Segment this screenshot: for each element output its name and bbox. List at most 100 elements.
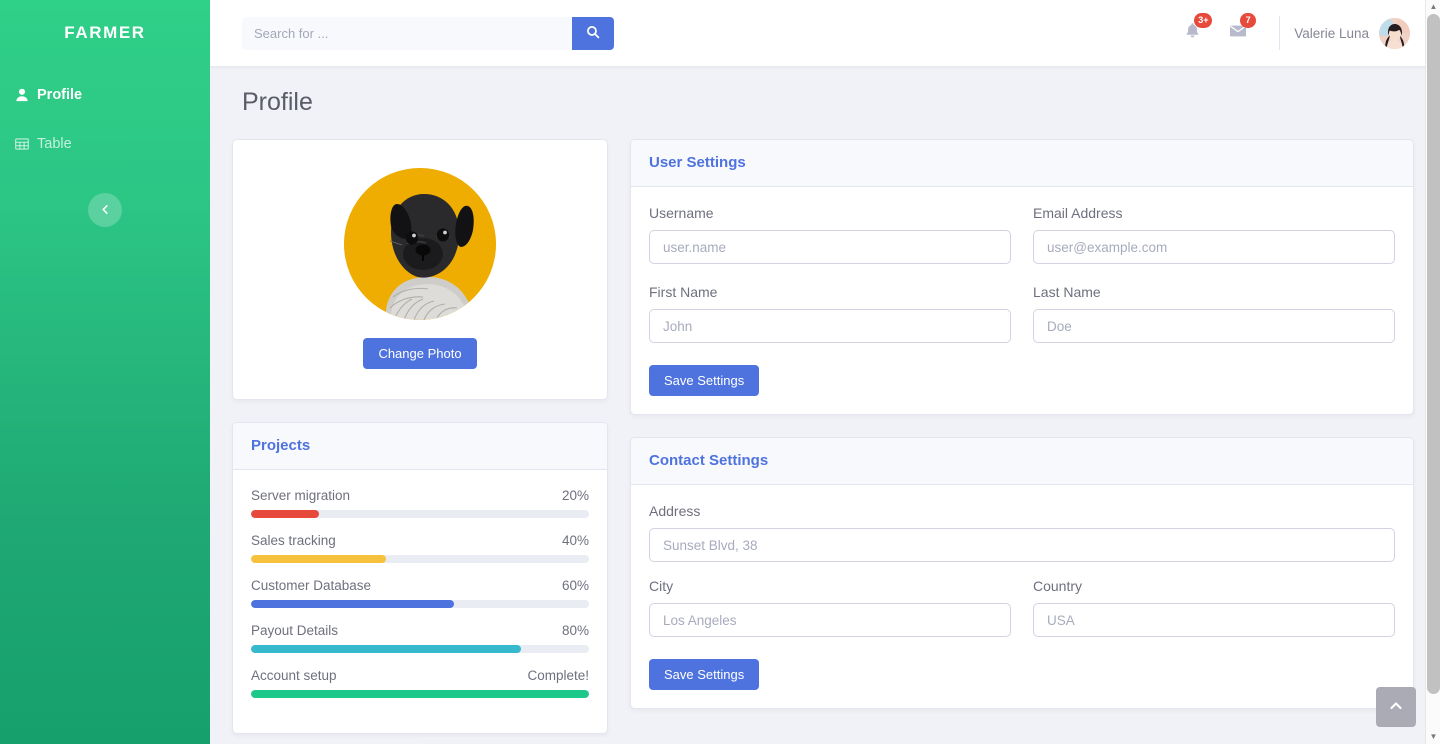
project-item: Server migration 20% — [251, 488, 589, 518]
project-value: 20% — [561, 488, 589, 503]
form-row: City Country — [649, 578, 1395, 653]
project-value: 60% — [561, 578, 589, 593]
email-label: Email Address — [1033, 205, 1123, 221]
user-settings-card-title: User Settings — [649, 154, 746, 171]
app-root: FARMER Profile Table Search for ... 3+ 7… — [0, 0, 1440, 744]
search-input[interactable] — [242, 16, 572, 50]
sidebar-item-profile[interactable]: Profile — [0, 78, 210, 112]
user-settings-card: User Settings Username Email Address — [630, 139, 1414, 415]
contact-settings-card-header: Contact Settings — [631, 438, 1413, 485]
user-settings-form: Username Email Address Firs — [631, 187, 1413, 414]
search-button[interactable] — [572, 16, 614, 50]
sidebar: FARMER Profile Table — [0, 0, 210, 744]
sidebar-collapse-wrap — [0, 193, 210, 227]
project-value: 40% — [561, 533, 589, 548]
contact-settings-card-title: Contact Settings — [649, 452, 769, 469]
topbar: 3+ 7 Valerie Luna — [210, 0, 1440, 66]
project-name: Payout Details — [251, 623, 339, 638]
sidebar-item-label: Profile — [37, 87, 83, 103]
project-name: Server migration — [251, 488, 351, 503]
progress-fill — [251, 555, 387, 563]
topbar-right: 3+ 7 Valerie Luna — [1169, 0, 1410, 66]
save-user-settings-button[interactable]: Save Settings — [649, 365, 760, 396]
user-menu[interactable]: Valerie Luna — [1294, 17, 1410, 49]
projects-card-title: Projects — [251, 437, 311, 454]
profile-photo-card: Change Photo — [232, 139, 608, 400]
alerts-badge: 3+ — [1194, 13, 1213, 28]
city-input[interactable] — [649, 603, 1011, 637]
profile-photo-body: Change Photo — [233, 140, 607, 399]
first-name-label: First Name — [649, 284, 718, 300]
last-name-label: Last Name — [1033, 284, 1101, 300]
project-value: Complete! — [527, 668, 589, 683]
progress-fill — [251, 645, 522, 653]
sidebar-nav: Profile Table — [0, 78, 210, 161]
projects-card-header: Projects — [233, 423, 607, 470]
contact-settings-form: Address City Country — [631, 485, 1413, 708]
first-name-input[interactable] — [649, 309, 1011, 343]
topbar-divider — [1279, 16, 1281, 50]
progress-fill — [251, 510, 319, 518]
sidebar-item-label: Table — [37, 136, 72, 152]
messages-badge: 7 — [1240, 13, 1257, 28]
main-column: 3+ 7 Valerie Luna — [210, 0, 1440, 744]
sidebar-item-table[interactable]: Table — [0, 127, 210, 161]
email-input[interactable] — [1033, 230, 1395, 264]
country-label: Country — [1033, 578, 1083, 594]
country-input[interactable] — [1033, 603, 1395, 637]
first-name-group: First Name — [649, 284, 1011, 343]
search-form — [242, 16, 614, 50]
last-name-input[interactable] — [1033, 309, 1395, 343]
project-name: Sales tracking — [251, 533, 336, 548]
page-scrollbar[interactable]: ▲ ▼ — [1425, 0, 1440, 744]
form-row: Username Email Address — [649, 205, 1395, 280]
scroll-to-top-button[interactable] — [1376, 687, 1416, 727]
content-scroll-strip[interactable] — [420, 737, 1425, 744]
project-item: Customer Database 60% — [251, 578, 589, 608]
contact-settings-card: Contact Settings Address City — [630, 437, 1414, 709]
user-settings-card-header: User Settings — [631, 140, 1413, 187]
save-contact-settings-button[interactable]: Save Settings — [649, 659, 760, 690]
address-group: Address — [649, 503, 1395, 562]
project-item: Account setup Complete! — [251, 668, 589, 698]
progress-track — [251, 600, 589, 608]
project-name: Account setup — [251, 668, 337, 683]
username-label: Username — [649, 205, 714, 221]
last-name-group: Last Name — [1033, 284, 1395, 343]
scrollbar-down-arrow[interactable]: ▼ — [1426, 730, 1440, 744]
city-group: City — [649, 578, 1011, 637]
brand-logo[interactable]: FARMER — [0, 0, 210, 66]
search-icon — [586, 25, 600, 42]
project-name: Customer Database — [251, 578, 372, 593]
form-row: First Name Last Name — [649, 284, 1395, 359]
messages-button[interactable]: 7 — [1215, 0, 1261, 66]
progress-track — [251, 645, 589, 653]
pug-dog-photo — [344, 168, 496, 320]
avatar[interactable] — [1379, 17, 1410, 49]
right-column: User Settings Username Email Address — [630, 139, 1414, 731]
progress-fill — [251, 600, 454, 608]
progress-track — [251, 555, 589, 563]
sidebar-collapse-button[interactable] — [88, 193, 122, 227]
content-area: Profile Change Photo Projects Server mig… — [210, 66, 1440, 744]
scrollbar-thumb[interactable] — [1427, 14, 1440, 694]
project-item: Payout Details 80% — [251, 623, 589, 653]
projects-card: Projects Server migration 20% Sales trac… — [232, 422, 608, 734]
username-input[interactable] — [649, 230, 1011, 264]
page-title: Profile — [242, 88, 313, 116]
scrollbar-up-arrow[interactable]: ▲ — [1426, 0, 1440, 14]
content-grid: Change Photo Projects Server migration 2… — [232, 139, 1414, 744]
address-input[interactable] — [649, 528, 1395, 562]
projects-list: Server migration 20% Sales tracking 40% … — [233, 470, 607, 733]
progress-track — [251, 510, 589, 518]
email-group: Email Address — [1033, 205, 1395, 264]
progress-track — [251, 690, 589, 698]
username-group: Username — [649, 205, 1011, 264]
progress-fill — [251, 690, 589, 698]
change-photo-button[interactable]: Change Photo — [363, 338, 477, 369]
project-item: Sales tracking 40% — [251, 533, 589, 563]
alerts-button[interactable]: 3+ — [1169, 0, 1215, 66]
project-value: 80% — [561, 623, 589, 638]
user-icon — [14, 87, 30, 103]
address-label: Address — [649, 503, 701, 519]
